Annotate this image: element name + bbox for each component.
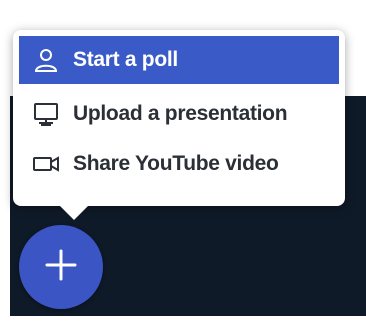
menu-item-start-poll[interactable]: Start a poll: [19, 36, 339, 84]
menu-item-label: Start a poll: [73, 48, 178, 71]
menu-item-label: Upload a presentation: [73, 102, 288, 125]
user-icon: [31, 45, 61, 75]
add-action-button[interactable]: [19, 225, 103, 309]
screen: Start a poll Upload a presentation Share…: [0, 0, 366, 328]
actions-menu: Start a poll Upload a presentation Share…: [13, 30, 345, 220]
menu-item-upload-presentation[interactable]: Upload a presentation: [19, 90, 339, 138]
video-camera-icon: [31, 149, 61, 179]
menu-pointer: [60, 206, 88, 220]
menu-item-share-youtube[interactable]: Share YouTube video: [19, 140, 339, 188]
plus-icon: [41, 245, 81, 290]
presentation-icon: [31, 99, 61, 129]
menu-item-label: Share YouTube video: [73, 152, 279, 175]
